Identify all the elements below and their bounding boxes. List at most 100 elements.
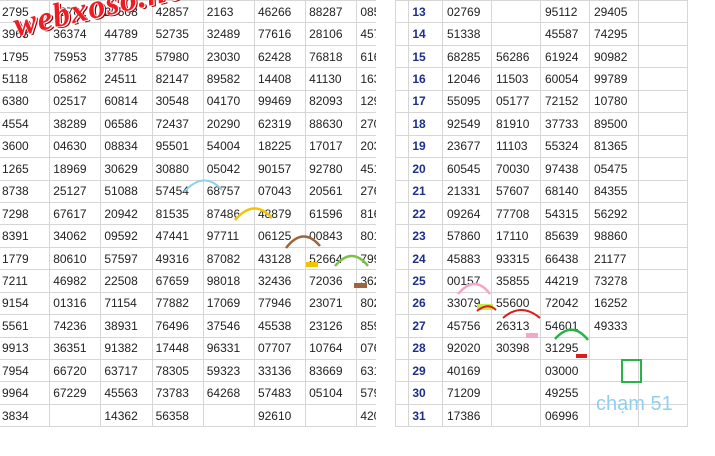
result-cell: 84355 [589, 179, 639, 203]
day-number: 29 [395, 358, 443, 383]
result-cell: 66438 [540, 246, 590, 271]
day-number: 27 [395, 314, 443, 338]
result-cell: 60054 [540, 67, 590, 91]
result-cell: 52735 [151, 22, 204, 46]
day-number: 19 [395, 134, 443, 159]
result-cell [589, 336, 639, 361]
result-cell: 57597 [100, 246, 153, 271]
result-cell: 63717 [100, 358, 153, 383]
result-cell: 57860 [442, 224, 492, 248]
result-cell: 23126 [305, 314, 358, 338]
day-number: 16 [395, 67, 443, 91]
result-cell: 57607 [491, 179, 541, 203]
result-cell [638, 89, 688, 114]
result-cell: 77616 [253, 22, 307, 46]
result-cell: 09264 [442, 201, 492, 226]
result-cell: 20561 [305, 179, 358, 203]
result-cell [491, 381, 541, 405]
table-row: 638002517608143054804170994698209312950 [0, 89, 409, 114]
result-cell: 06996 [540, 403, 590, 428]
result-cell: 70030 [491, 157, 541, 181]
result-cell: 87082 [202, 246, 255, 271]
day-number: 30 [395, 381, 443, 405]
annotation-text: chạm 51 [596, 393, 673, 415]
result-cell: 31295 [540, 336, 590, 361]
result-cell: 56292 [589, 201, 639, 226]
result-cell: 87486 [202, 201, 255, 226]
day-number: 22 [395, 201, 443, 226]
result-cell: 38931 [100, 314, 153, 338]
result-cell: 97711 [202, 224, 255, 248]
table-row: 15 68285 56286 61924 90982 [395, 44, 688, 69]
result-cell: 88287 [305, 0, 358, 24]
result-cell: 23030 [202, 44, 255, 69]
result-cell: 1265 [0, 157, 51, 181]
day-number: 18 [395, 112, 443, 136]
result-cell: 77708 [491, 201, 541, 226]
table-row: 511805862245118214789582144084113016363 [0, 67, 409, 91]
result-cell: 22508 [100, 269, 153, 293]
table-row: 25 00157 35855 44219 73278 [395, 269, 688, 293]
table-row: 729867617209428153587486488796159681613 [0, 201, 409, 226]
result-cell: 97438 [540, 157, 590, 181]
result-cell: 20290 [202, 112, 255, 136]
result-cell: 51088 [100, 179, 153, 203]
table-row: 13 02769 95112 29405 [395, 0, 688, 24]
result-cell: 89582 [202, 67, 255, 91]
result-cell: 21331 [442, 179, 492, 203]
result-cell: 82147 [151, 67, 204, 91]
result-cell: 81365 [589, 134, 639, 159]
result-cell: 80610 [49, 246, 102, 271]
result-cell: 45538 [253, 314, 307, 338]
result-cell: 73278 [589, 269, 639, 293]
result-cell: 54315 [540, 201, 590, 226]
result-cell: 05862 [49, 67, 102, 91]
result-cell: 45563 [100, 381, 153, 405]
results-table-right: 13 02769 95112 29405 14 51338 45587 74295 15 6828… [395, 0, 688, 428]
result-cell: 91382 [100, 336, 153, 361]
result-cell: 06125 [253, 224, 307, 248]
table-row: 18 92549 81910 37733 89500 [395, 112, 688, 136]
result-cell: 14362 [100, 403, 153, 428]
result-cell: 10780 [589, 89, 639, 114]
table-row: 17 55095 05177 72152 10780 [395, 89, 688, 114]
result-cell: 16252 [589, 291, 639, 316]
result-cell: 01316 [49, 291, 102, 316]
green-box [621, 359, 642, 383]
result-cell: 18969 [49, 157, 102, 181]
result-cell: 40169 [442, 358, 492, 383]
result-cell: 23677 [442, 134, 492, 159]
result-cell: 68140 [540, 179, 590, 203]
day-number: 23 [395, 224, 443, 248]
result-cell: 2163 [202, 0, 255, 24]
result-cell: 82093 [305, 89, 358, 114]
result-cell: 56358 [151, 403, 204, 428]
result-cell: 28106 [305, 22, 358, 46]
result-cell: 64268 [202, 381, 255, 405]
result-cell: 33136 [253, 358, 307, 383]
result-cell [202, 403, 255, 428]
result-cell: 72036 [305, 269, 358, 293]
result-cell: 60545 [442, 157, 492, 181]
result-cell: 11103 [491, 134, 541, 159]
result-cell [305, 403, 358, 428]
result-cell: 43128 [253, 246, 307, 271]
result-cell [638, 269, 688, 293]
result-cell: 57483 [253, 381, 307, 405]
result-cell [638, 246, 688, 271]
result-cell [638, 134, 688, 159]
table-row: 14 51338 45587 74295 [395, 22, 688, 46]
table-row: 19 23677 11103 55324 81365 [395, 134, 688, 159]
result-cell: 95501 [151, 134, 204, 159]
result-cell: 07707 [253, 336, 307, 361]
result-cell: 56286 [491, 44, 541, 69]
result-cell: 90157 [253, 157, 307, 181]
result-cell [638, 157, 688, 181]
result-cell: 11503 [491, 67, 541, 91]
table-row: 21 21331 57607 68140 84355 [395, 179, 688, 203]
result-cell: 18225 [253, 134, 307, 159]
result-cell: 74295 [589, 22, 639, 46]
day-number: 28 [395, 336, 443, 361]
result-cell: 02769 [442, 0, 492, 24]
result-cell: 77946 [253, 291, 307, 316]
